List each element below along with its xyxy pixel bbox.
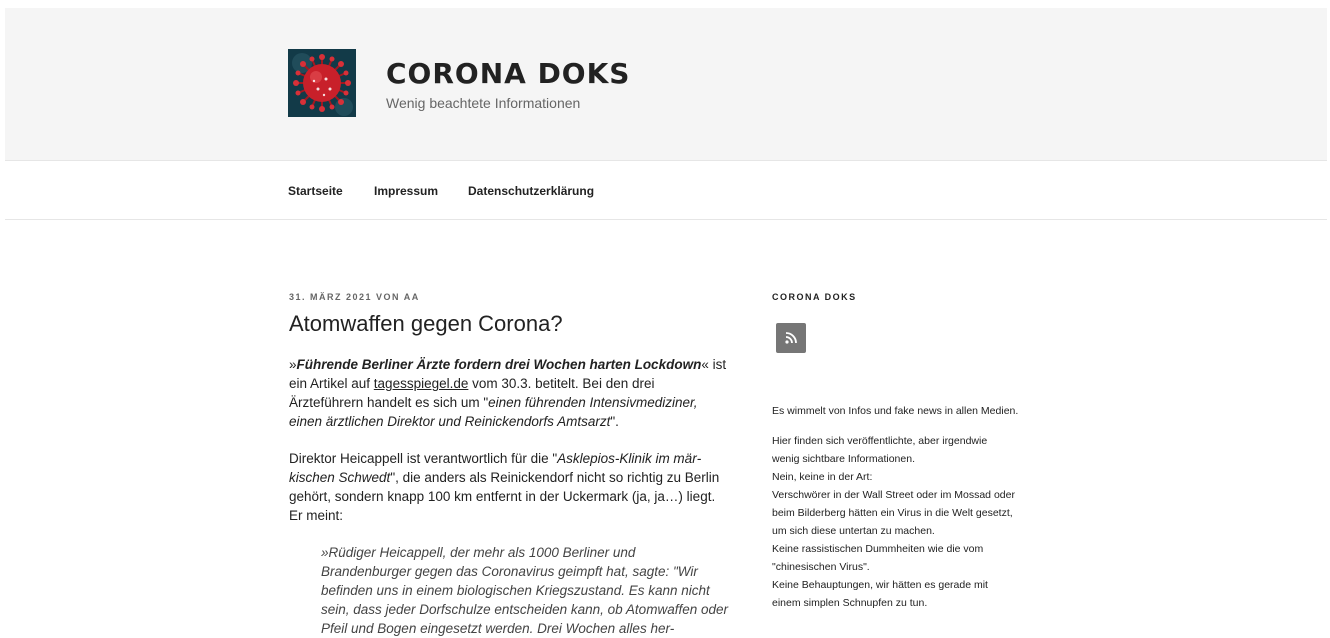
sidebar-line: beim Bilderberg hätten ein Virus in die … [772,507,1013,519]
paragraph-text: ". [610,414,619,429]
quote-mark: » [289,357,297,372]
main-navigation: Startseite Impressum Datenschutzerklärun… [5,160,1327,220]
sidebar-line: Nein, keine in der Art: [772,471,873,483]
article-headline: Führende Berliner Ärzte fordern drei Woc… [296,357,702,372]
nav-item-impressum[interactable]: Impressum [374,184,438,198]
blockquote: »Rüdiger Heicappell, der mehr als 1000 B… [321,545,728,636]
paragraph-1: »Führende Berliner Ärzte fordern drei Wo… [289,355,729,431]
post-content: »Führende Berliner Ärzte fordern drei Wo… [289,355,729,638]
sidebar-line: einem simplen Schnupfen zu tun. [772,597,928,609]
sidebar-line: Keine rassistischen Dummheiten wie die v… [772,543,984,555]
site-description: Wenig beachtete Informationen [386,95,581,111]
site-title[interactable]: CORONA DOKS [386,57,630,91]
sidebar-line: "chinesischen Virus". [772,561,870,573]
tagesspiegel-link[interactable]: tagesspiegel.de [374,376,469,391]
sidebar-line: um sich diese untertan zu machen. [772,525,935,537]
paragraph-text: Direktor Heicappell ist verantwortlich f… [289,451,558,466]
post-title[interactable]: Atomwaffen gegen Corona? [289,308,563,340]
site-header [5,8,1327,160]
rss-icon[interactable] [776,323,806,353]
nav-item-datenschutz[interactable]: Datenschutzerklärung [468,184,594,198]
sidebar-paragraph: Es wimmelt von Infos und fake news in al… [772,405,1019,417]
paragraph-2: Direktor Heicappell ist verantwortlich f… [289,449,729,525]
post-meta[interactable]: 31. März 2021 von aa [289,292,420,302]
nav-item-startseite[interactable]: Startseite [288,184,343,198]
sidebar-line: Verschwörer in der Wall Street oder im M… [772,489,1015,501]
sidebar-text: Es wimmelt von Infos und fake news in al… [772,402,1072,612]
sidebar-paragraph: Hier finden sich veröffentlichte, aber i… [772,432,1072,612]
coronavirus-icon[interactable] [288,49,356,117]
sidebar-line: Hier finden sich veröffentlichte, aber i… [772,435,988,447]
sidebar-title: CORONA DOKS [772,292,857,302]
sidebar-line: Keine Behauptungen, wir hätten es gerade… [772,579,988,591]
sidebar-line: wenig sichtbare Informationen. [772,453,915,465]
